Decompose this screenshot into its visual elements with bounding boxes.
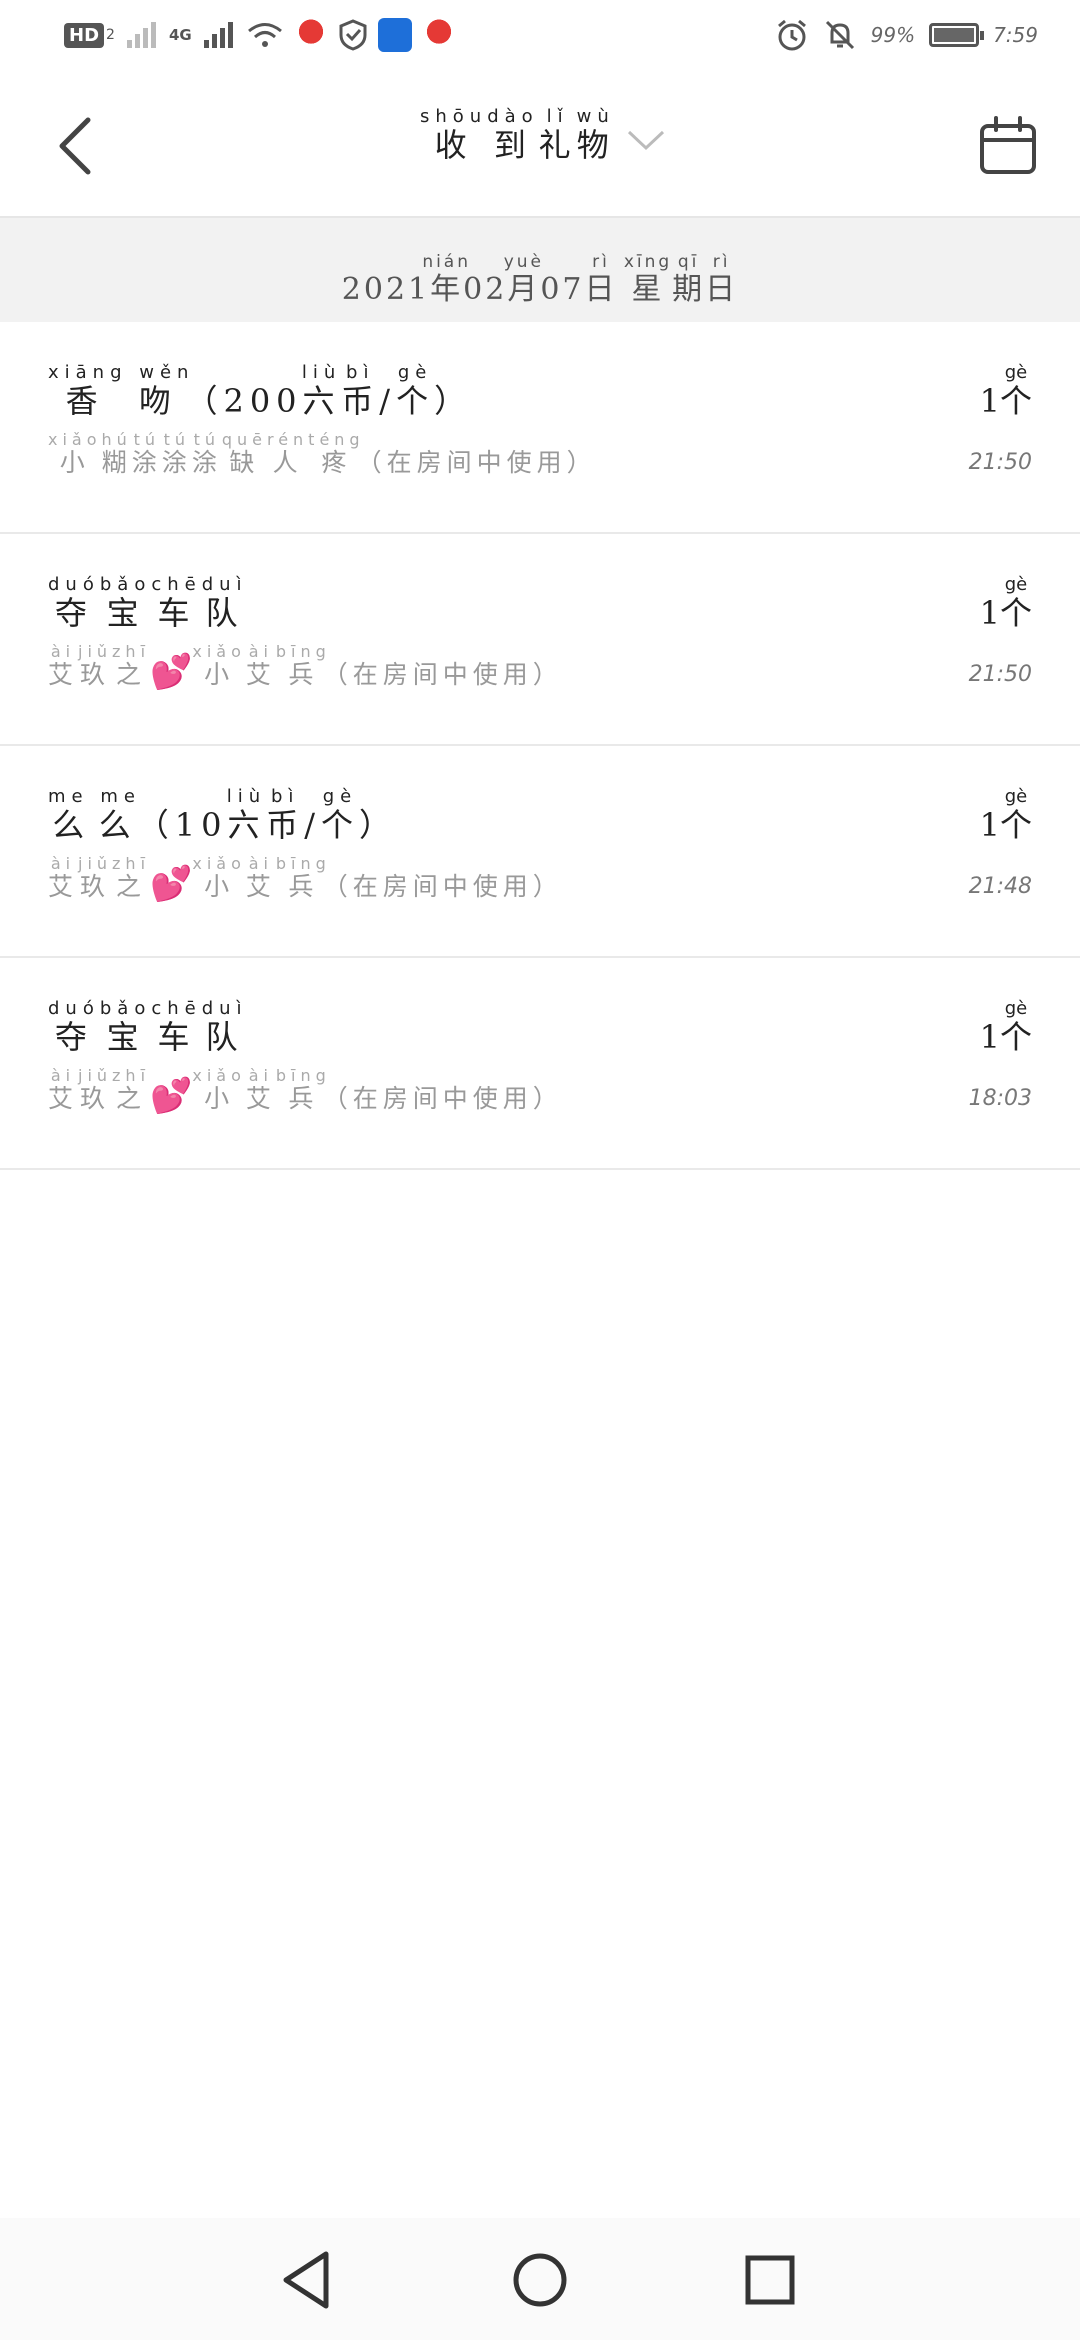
- title-char-4: 物wù: [576, 106, 615, 164]
- date-bar: 2021年nián02月yuè07日rì 星xīng期qī日rì: [0, 218, 1080, 322]
- page-title: 收shōu到dào礼lǐ物wù: [420, 106, 615, 166]
- gift-time: 21:50: [968, 450, 1032, 475]
- status-left-icons: HD 2 4G: [64, 18, 456, 52]
- date-label: 2021年nián02月yuè07日rì 星xīng期qī日rì: [341, 252, 739, 307]
- gift-row[interactable]: 么么me me（10六liù币bì/个gè） 艾ài玖jiǔ之zhī💕小xiǎo…: [0, 746, 1080, 958]
- battery-icon: [929, 23, 985, 47]
- circle-home-icon[interactable]: [500, 2240, 580, 2320]
- page-title-dropdown[interactable]: 收shōu到dào礼lǐ物wù: [420, 106, 667, 166]
- battery-percent: 99%: [870, 23, 916, 47]
- heart-icon: 💕: [150, 1076, 193, 1116]
- gift-row[interactable]: 香吻xiāng wěn（200六liù币bì/个gè） 小xiǎo糊hú涂tú涂…: [0, 322, 1080, 534]
- gift-sender: 艾ài玖jiǔ之zhī💕小xiǎo艾ài兵bīng（在房间中使用）: [48, 642, 563, 692]
- hd-sub: 2: [106, 27, 115, 43]
- gift-name: 么么me me（10六liù币bì/个gè）: [48, 786, 397, 844]
- gift-time: 21:50: [968, 662, 1032, 687]
- app-notification-icon-2: [421, 18, 456, 52]
- gift-time: 18:03: [968, 1086, 1032, 1111]
- signal-4g-icon: [203, 22, 233, 48]
- hd-badge: HD: [64, 22, 105, 48]
- signal-icon: [126, 22, 156, 48]
- gift-count: 1个gè: [979, 574, 1032, 632]
- title-char-1: 收shōu: [420, 106, 488, 164]
- gift-row[interactable]: 夺duó宝bǎo车chē队duì 艾ài玖jiǔ之zhī💕小xiǎo艾ài兵bī…: [0, 534, 1080, 746]
- gift-list: 香吻xiāng wěn（200六liù币bì/个gè） 小xiǎo糊hú涂tú涂…: [0, 322, 1080, 1170]
- gift-name: 夺duó宝bǎo车chē队duì: [48, 998, 248, 1056]
- heart-icon: 💕: [150, 652, 193, 692]
- app-notification-icon: [293, 18, 328, 52]
- gift-count: 1个gè: [979, 998, 1032, 1056]
- heart-icon: 💕: [150, 864, 193, 904]
- gift-name: 香吻xiāng wěn（200六liù币bì/个gè）: [48, 362, 473, 420]
- system-nav-bar: [0, 2218, 1080, 2340]
- header: 收shōu到dào礼lǐ物wù: [0, 78, 1080, 216]
- gift-count: 1个gè: [979, 786, 1032, 844]
- gift-sender: 小xiǎo糊hú涂tú涂tú涂tú缺quē人rén疼téng（在房间中使用）: [48, 430, 597, 477]
- title-char-2: 到dào: [487, 106, 539, 164]
- app-shield-blue-icon: [377, 18, 412, 52]
- wifi-icon: [247, 23, 282, 47]
- gift-time: 21:48: [968, 874, 1032, 899]
- triangle-back-icon[interactable]: [268, 2240, 348, 2320]
- square-recent-icon[interactable]: [730, 2240, 810, 2320]
- gift-name: 夺duó宝bǎo车chē队duì: [48, 574, 248, 632]
- gift-row[interactable]: 夺duó宝bǎo车chē队duì 艾ài玖jiǔ之zhī💕小xiǎo艾ài兵bī…: [0, 958, 1080, 1170]
- status-time: 7:59: [993, 23, 1038, 47]
- calendar-icon[interactable]: [976, 114, 1040, 178]
- status-right-icons: 99% 7:59: [775, 18, 1038, 52]
- alarm-icon: [777, 19, 806, 51]
- battery-level: [934, 28, 975, 42]
- network-type: 4G: [168, 26, 192, 44]
- gift-count: 1个gè: [979, 362, 1032, 420]
- status-bar: HD 2 4G 99% 7:59: [0, 0, 1080, 78]
- mute-bell-icon: [825, 20, 854, 50]
- shield-icon: [339, 19, 367, 51]
- chevron-down-icon: [627, 130, 664, 151]
- gift-sender: 艾ài玖jiǔ之zhī💕小xiǎo艾ài兵bīng（在房间中使用）: [48, 854, 563, 904]
- back-arrow-icon[interactable]: [48, 114, 112, 178]
- title-char-3: 礼lǐ: [538, 106, 577, 164]
- gift-sender: 艾ài玖jiǔ之zhī💕小xiǎo艾ài兵bīng（在房间中使用）: [48, 1066, 563, 1116]
